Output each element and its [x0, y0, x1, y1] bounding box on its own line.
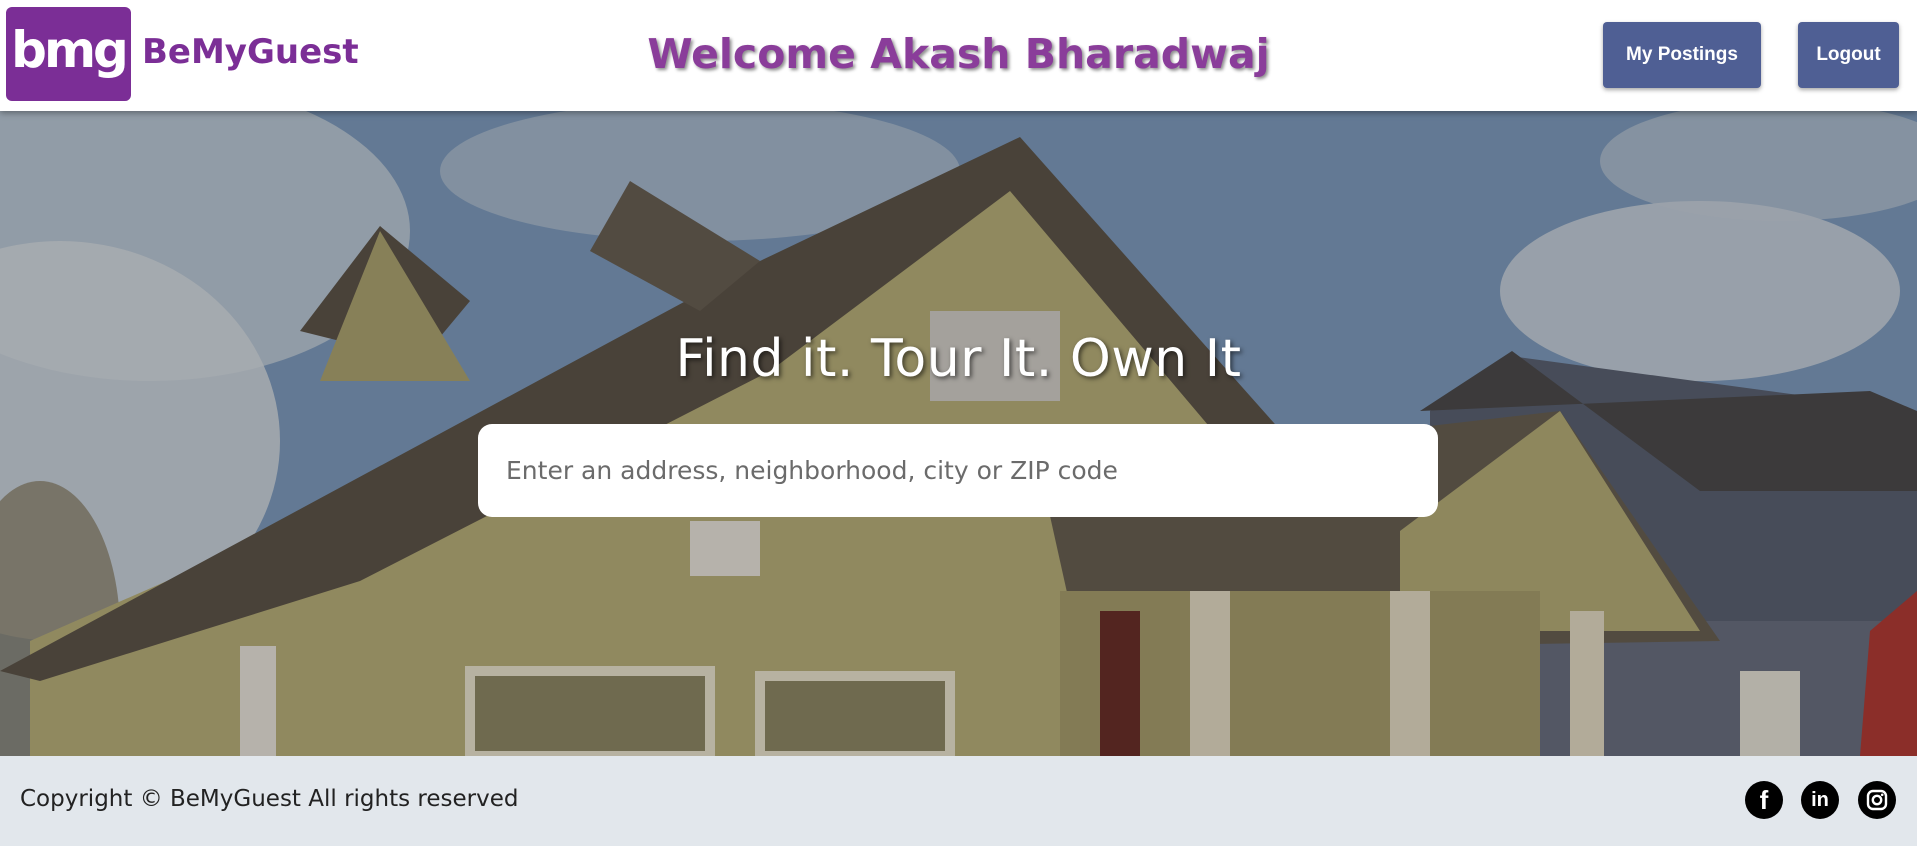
logo[interactable]: bmg	[6, 7, 131, 101]
footer: Copyright © BeMyGuest All rights reserve…	[0, 756, 1917, 846]
instagram-glyph	[1866, 789, 1888, 811]
instagram-icon[interactable]	[1858, 781, 1896, 819]
facebook-icon[interactable]: f	[1745, 781, 1783, 819]
hero-banner: Find it. Tour It. Own It	[0, 111, 1917, 756]
search-input[interactable]	[478, 424, 1438, 517]
brand-name[interactable]: BeMyGuest	[142, 32, 359, 72]
linkedin-icon[interactable]: in	[1801, 781, 1839, 819]
hero-tagline: Find it. Tour It. Own It	[675, 329, 1242, 389]
top-navbar: bmg BeMyGuest Welcome Akash Bharadwaj My…	[0, 0, 1917, 111]
my-postings-button[interactable]: My Postings	[1603, 22, 1761, 88]
logout-button[interactable]: Logout	[1798, 22, 1899, 88]
copyright-text: Copyright © BeMyGuest All rights reserve…	[20, 786, 519, 812]
